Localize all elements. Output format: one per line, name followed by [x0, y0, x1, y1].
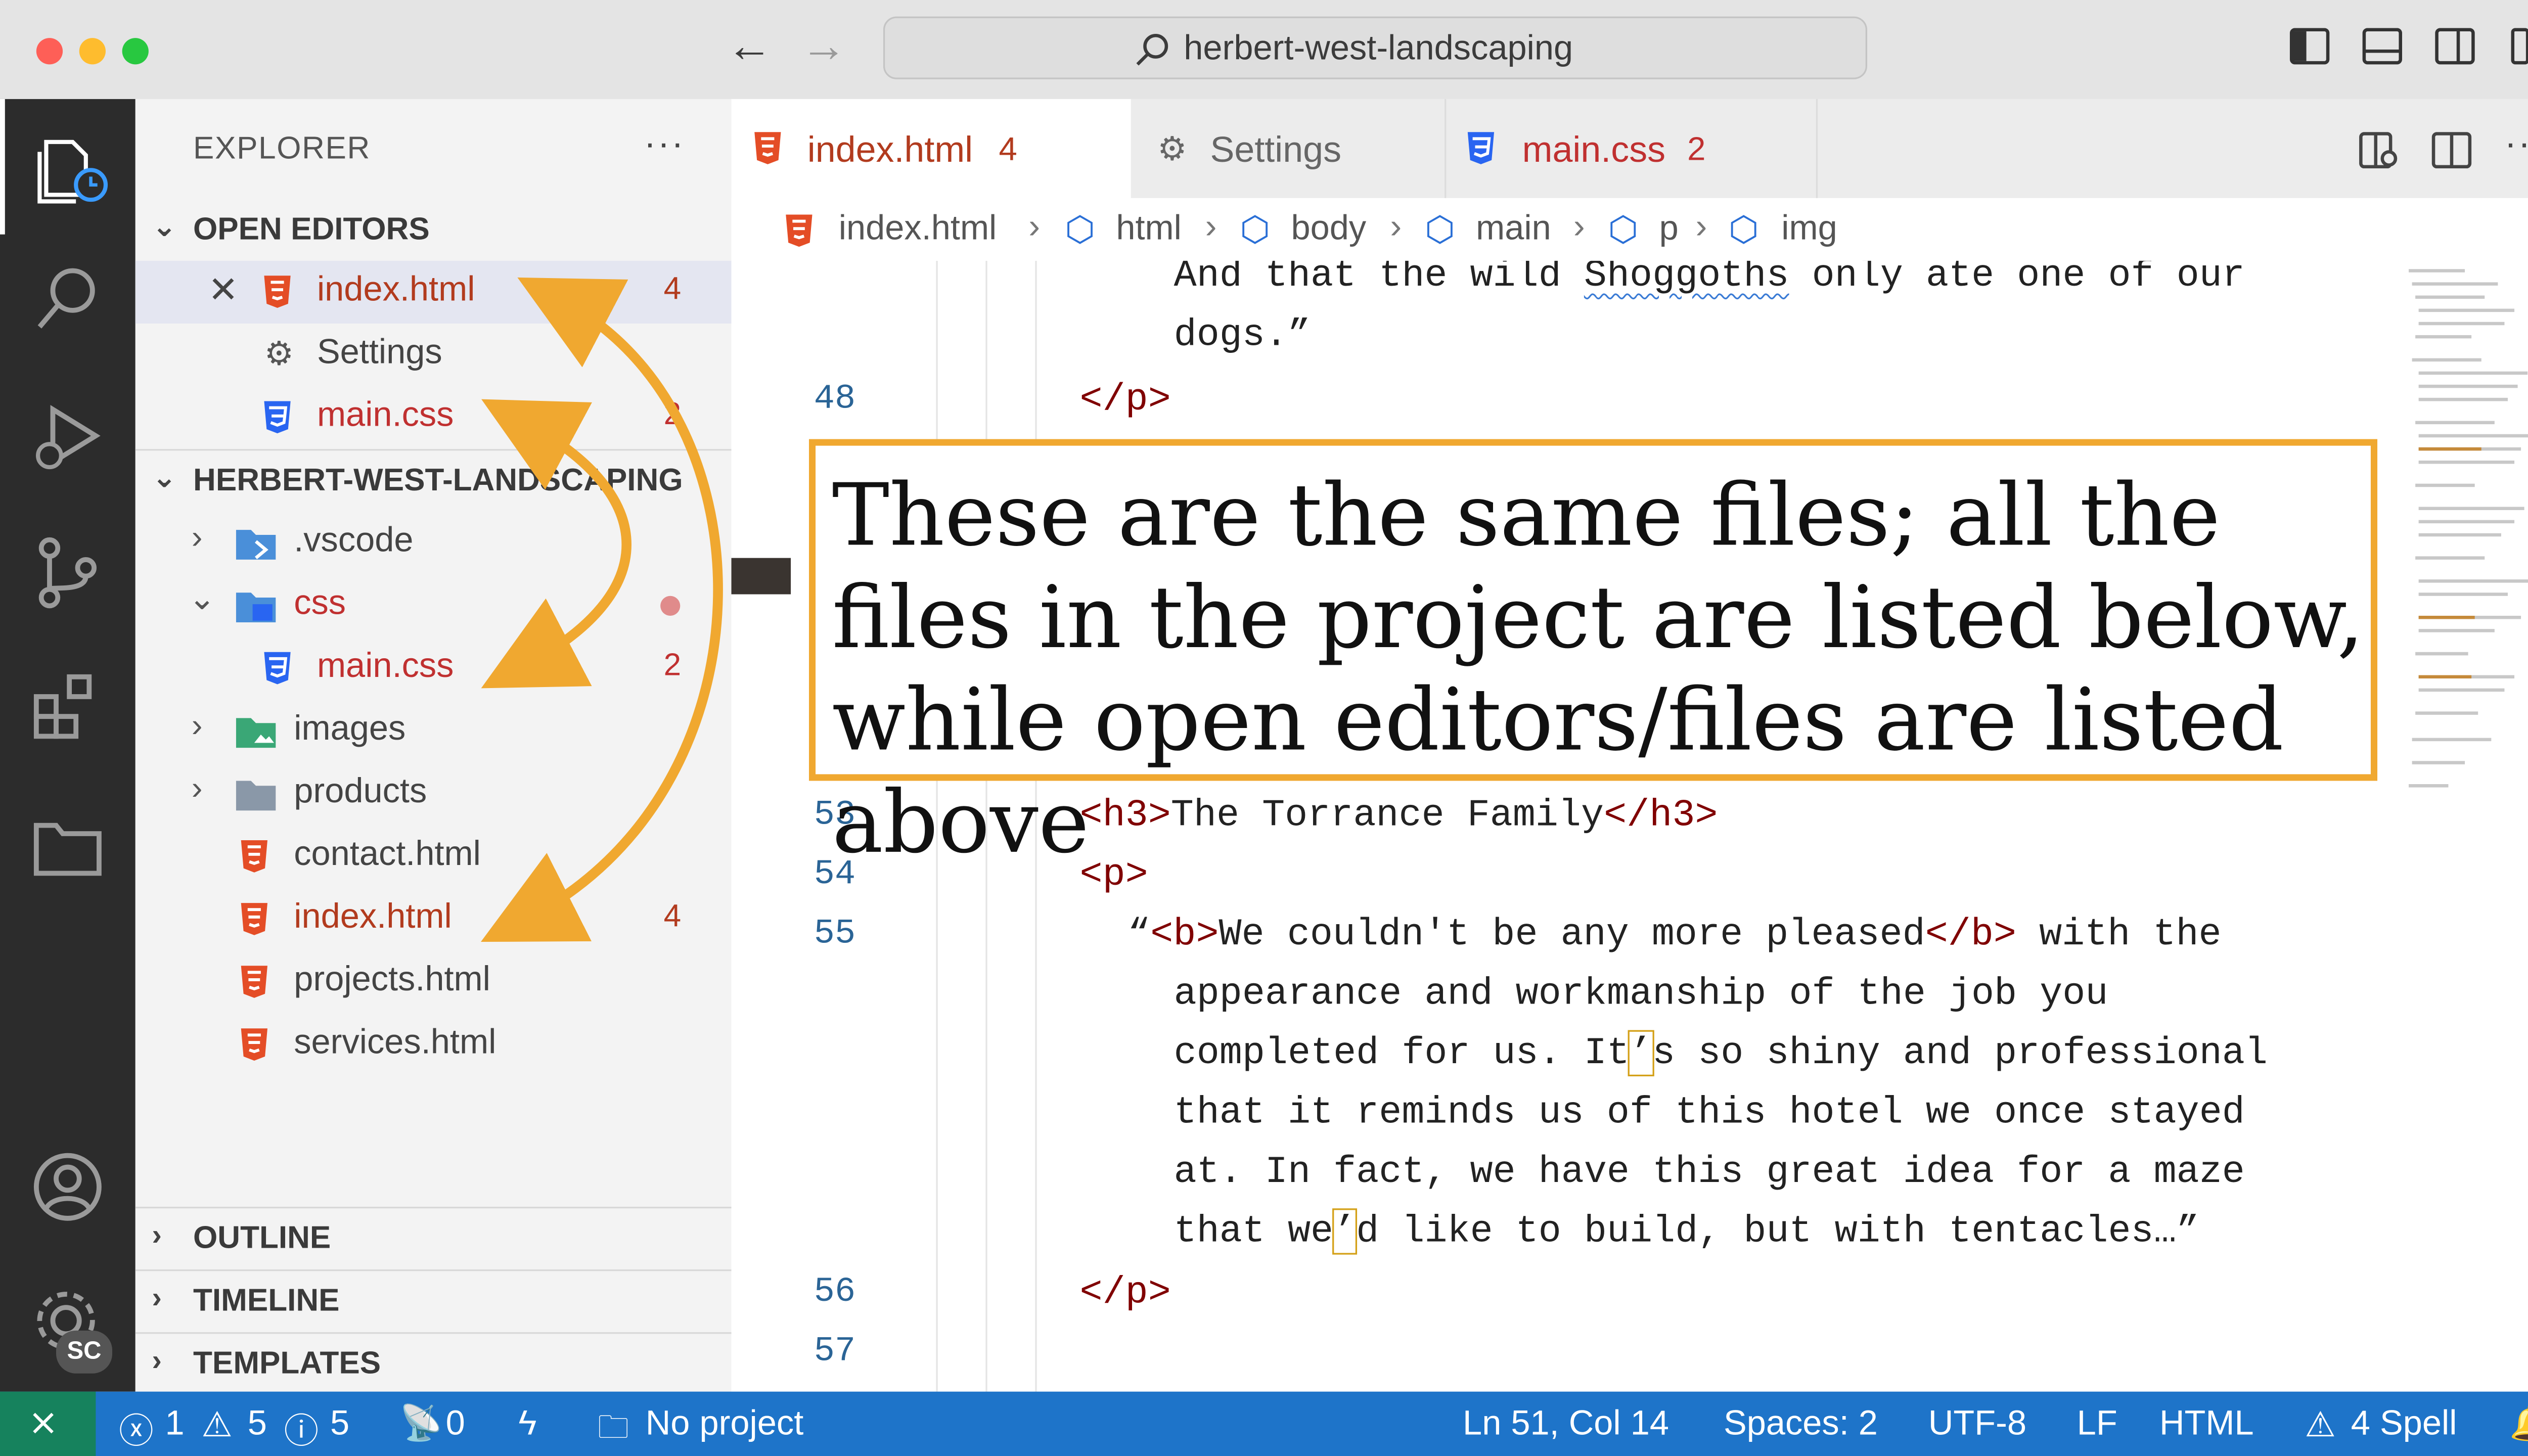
error-count[interactable]: 1 [165, 1405, 185, 1444]
eol-setting[interactable]: LF [2077, 1405, 2117, 1444]
info-icon: ⓘ [284, 1413, 319, 1451]
project-label[interactable]: No project [646, 1405, 804, 1444]
arrow-index-html [481, 277, 723, 942]
ports-count[interactable]: 0 [446, 1405, 465, 1444]
arrow-main-css [481, 399, 631, 689]
cursor-position[interactable]: Ln 51, Col 14 [1463, 1405, 1669, 1444]
lightning-icon[interactable]: ϟ [518, 1405, 536, 1444]
error-icon: ⓧ [119, 1413, 154, 1451]
spell-check-status[interactable]: 4 Spell [2351, 1405, 2457, 1444]
encoding-setting[interactable]: UTF-8 [1928, 1405, 2026, 1444]
remote-indicator-button[interactable]: ⨯ [0, 1391, 96, 1456]
notifications-bell-icon[interactable]: 🔔 [2509, 1405, 2528, 1444]
vscode-window: ← → herbert-west-landscaping SC EXPLORER… [0, 0, 2528, 1456]
annotation-arrows [481, 277, 723, 942]
warning-count[interactable]: 5 [248, 1405, 267, 1444]
remote-icon: ⨯ [28, 1401, 59, 1443]
warning-icon: ⚠ [2305, 1406, 2336, 1445]
ports-broadcast-icon: 📡 [399, 1404, 443, 1443]
indentation-setting[interactable]: Spaces: 2 [1724, 1405, 1878, 1444]
info-count[interactable]: 5 [330, 1405, 349, 1444]
warning-icon: ⚠ [201, 1406, 233, 1445]
status-bar: ⨯ ⓧ 1 ⚠ 5 ⓘ 5 📡 0 ϟ 🗀 No project Ln 51, … [0, 1391, 2528, 1456]
language-mode[interactable]: HTML [2159, 1405, 2254, 1444]
folder-icon: 🗀 [598, 1411, 629, 1446]
